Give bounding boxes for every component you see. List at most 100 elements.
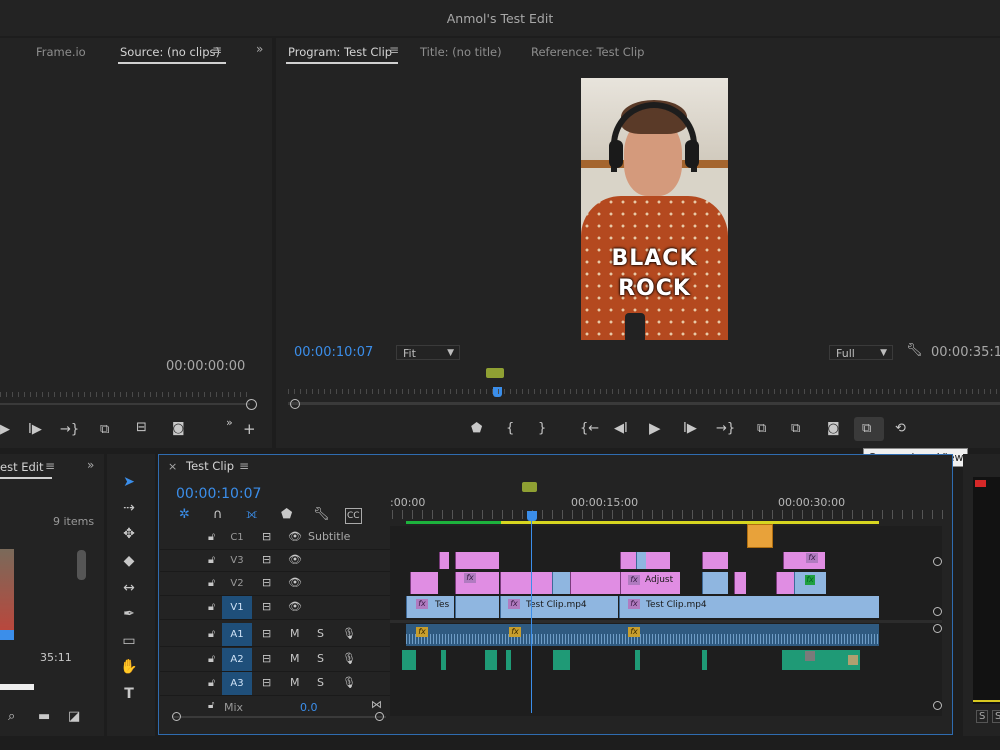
eye-icon[interactable]: 👁︎ (288, 553, 302, 566)
v3-clip[interactable] (455, 552, 499, 569)
type-tool-icon[interactable]: T (117, 683, 141, 705)
project-thumbnail[interactable] (0, 549, 14, 639)
mic-icon[interactable]: 🎙︎ (342, 627, 356, 640)
mic-icon[interactable]: 🎙︎ (342, 652, 356, 665)
a2-audio-clip[interactable] (702, 650, 707, 670)
lock-icon[interactable]: 🔓︎ (208, 553, 215, 567)
tab-project[interactable]: est Edit (0, 460, 44, 474)
step-forward-icon[interactable]: I▶ (683, 422, 697, 436)
v2-clip[interactable] (552, 572, 570, 594)
meter-solo-1[interactable]: S (976, 710, 989, 723)
add-marker-icon[interactable]: ⬟ (281, 508, 292, 522)
comparison-view-button[interactable]: ⧉ (854, 417, 884, 441)
mic-icon[interactable]: 🎙︎ (342, 676, 356, 689)
new-item-icon[interactable]: ◪ (68, 710, 80, 724)
linked-selection-icon[interactable]: ⟗ (246, 508, 257, 522)
scrub-start-icon[interactable] (290, 399, 300, 409)
scrub-end-icon[interactable] (246, 399, 257, 410)
play-icon[interactable]: ▶ (0, 423, 10, 437)
search-icon[interactable]: ⌕ (8, 710, 15, 724)
zoom-end-icon[interactable] (375, 712, 384, 721)
quality-dropdown[interactable]: Full ▼ (829, 345, 893, 360)
menu-icon[interactable]: ≡ (239, 459, 249, 473)
lock-icon[interactable]: 🔓︎ (208, 627, 215, 641)
eye-icon[interactable]: 👁︎ (288, 600, 302, 613)
close-icon[interactable]: × (168, 460, 177, 473)
go-to-in-icon[interactable]: {← (580, 422, 599, 436)
v3-clip[interactable] (702, 552, 728, 569)
timeline-playhead-icon[interactable] (527, 511, 537, 521)
track-output-icon[interactable]: ⊟ (262, 576, 271, 589)
scroll-circle-icon[interactable] (933, 624, 942, 633)
solo-button[interactable]: S (317, 627, 324, 640)
pen-tool-icon[interactable]: ✒ (117, 603, 141, 625)
a1-audio-clip[interactable] (406, 624, 879, 646)
scroll-circle-icon[interactable] (933, 701, 942, 710)
mute-button[interactable]: M (290, 627, 300, 640)
overwrite-icon[interactable]: ⊟ (136, 421, 147, 435)
step-forward-icon[interactable]: I▶ (28, 423, 42, 437)
lock-icon[interactable]: 🔓︎ (208, 576, 215, 590)
multicam-icon[interactable]: ⟲ (895, 422, 906, 436)
settings-wrench-icon[interactable]: 🔧︎ (313, 508, 330, 522)
go-to-out-icon[interactable]: →} (716, 422, 735, 436)
captions-icon[interactable]: CC (345, 508, 362, 524)
meter-solo-2[interactable]: S (992, 710, 1000, 723)
a2-audio-clip[interactable] (402, 650, 416, 670)
v2-clip[interactable] (500, 572, 552, 594)
source-timecode[interactable]: 00:00:00:00 (166, 359, 245, 374)
v3-clip[interactable] (439, 552, 449, 569)
solo-button[interactable]: S (317, 652, 324, 665)
track-output-icon[interactable]: ⊟ (262, 530, 271, 543)
add-button-icon[interactable]: + (243, 422, 256, 437)
v3-clip[interactable] (783, 552, 825, 569)
hand-tool-icon[interactable]: ✋ (117, 656, 141, 678)
mute-button[interactable]: M (290, 676, 300, 689)
fit-dropdown[interactable]: Fit ▼ (396, 345, 460, 360)
selection-tool-icon[interactable]: ➤ (117, 471, 141, 493)
insert-icon[interactable]: ⧉ (100, 423, 109, 437)
menu-icon[interactable]: ≡ (389, 43, 399, 57)
nest-icon[interactable]: ✲ (179, 508, 190, 522)
eye-icon[interactable]: 👁︎ (288, 530, 302, 543)
ripple-edit-tool-icon[interactable]: ✥ (117, 523, 141, 545)
v1-clip[interactable] (455, 596, 499, 618)
tab-frameio[interactable]: Frame.io (36, 45, 86, 59)
track-output-icon[interactable]: ⊟ (262, 652, 271, 665)
v3-clip[interactable] (636, 552, 646, 569)
mute-button[interactable]: M (290, 652, 300, 665)
a2-audio-clip[interactable] (553, 650, 570, 670)
solo-button[interactable]: S (317, 676, 324, 689)
timeline-timecode[interactable]: 00:00:10:07 (176, 486, 261, 502)
more-buttons-icon[interactable]: » (226, 416, 233, 430)
a2-audio-clip[interactable] (635, 650, 640, 670)
scroll-circle-icon[interactable] (933, 557, 942, 566)
snap-icon[interactable]: ∩ (213, 508, 223, 522)
track-output-icon[interactable]: ⊟ (262, 600, 271, 613)
menu-icon[interactable]: ≡ (212, 43, 222, 57)
eye-icon[interactable]: 👁︎ (288, 576, 302, 589)
menu-icon[interactable]: ≡ (45, 459, 55, 473)
play-icon[interactable]: ▶ (649, 421, 661, 436)
tab-reference[interactable]: Reference: Test Clip (531, 45, 644, 59)
v2-clip[interactable] (734, 572, 746, 594)
go-to-out-icon[interactable]: →} (60, 423, 79, 437)
folder-icon[interactable]: ▬ (38, 710, 50, 724)
panel-overflow-icon[interactable]: » (87, 458, 94, 472)
panel-overflow-icon[interactable]: » (256, 42, 263, 56)
timeline-marker-icon[interactable] (522, 482, 537, 492)
a2-audio-clip[interactable] (441, 650, 446, 670)
program-current-timecode[interactable]: 00:00:10:07 (294, 345, 373, 360)
mix-end-icon[interactable]: ⋈ (371, 698, 382, 711)
mix-value[interactable]: 0.0 (300, 701, 318, 714)
marker-icon[interactable] (486, 368, 504, 378)
track-output-icon[interactable]: ⊟ (262, 676, 271, 689)
tab-source[interactable]: Source: (no clips) (120, 45, 220, 59)
v2-clip[interactable] (410, 572, 438, 594)
rectangle-tool-icon[interactable]: ▭ (117, 630, 141, 652)
caption-clip[interactable] (747, 524, 773, 548)
tab-timeline[interactable]: Test Clip (186, 459, 234, 473)
tab-title[interactable]: Title: (no title) (420, 45, 502, 59)
add-marker-icon[interactable]: ⬟ (471, 422, 482, 436)
a2-audio-clip[interactable] (506, 650, 511, 670)
